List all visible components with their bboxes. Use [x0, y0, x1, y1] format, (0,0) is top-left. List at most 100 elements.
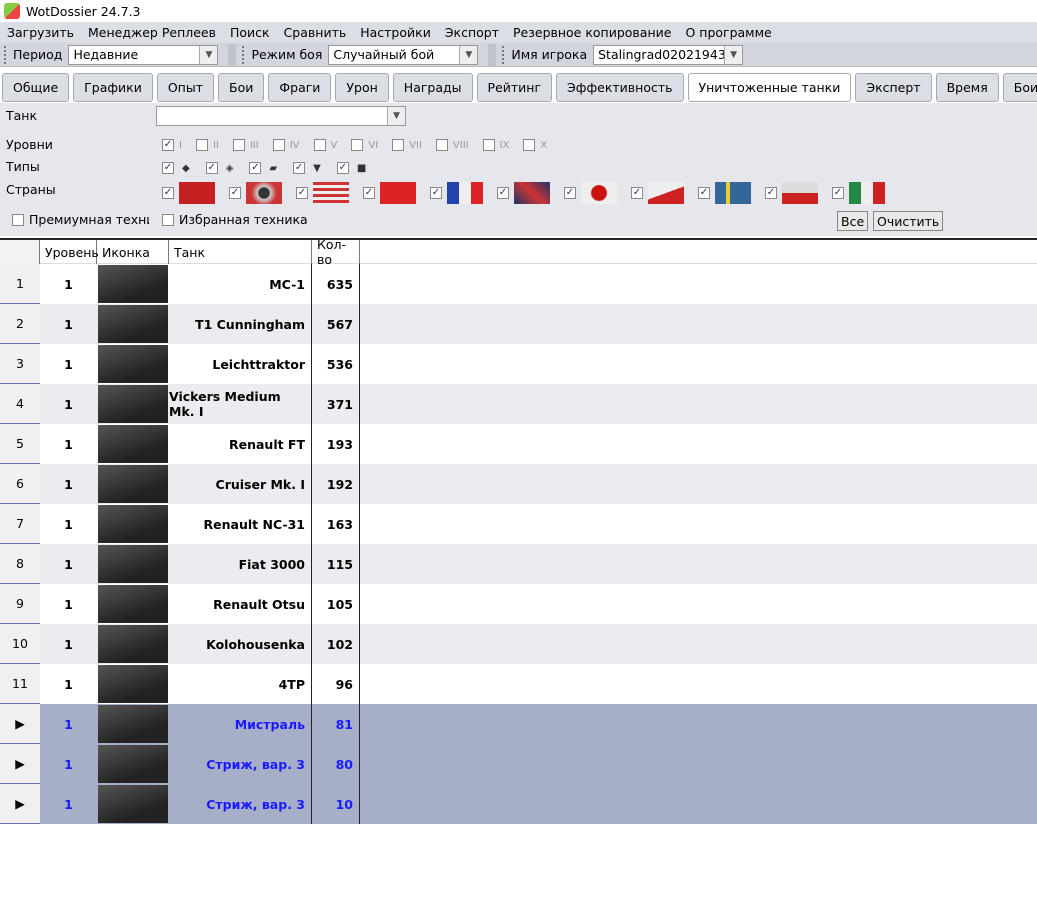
tab-4[interactable]: Фраги — [268, 73, 332, 102]
country-checkbox[interactable]: ✓ — [765, 187, 777, 199]
row-header[interactable]: 5 — [0, 424, 40, 464]
chevron-down-icon[interactable]: ▼ — [199, 45, 218, 64]
country-filter-france[interactable]: ✓ — [430, 182, 497, 204]
premium-checkbox[interactable] — [12, 213, 24, 226]
type-checkbox[interactable]: ✓ — [205, 162, 218, 174]
level-checkbox[interactable] — [195, 139, 208, 151]
tab-12[interactable]: Бои клана — [1002, 73, 1037, 102]
country-filter-italy[interactable]: ✓ — [832, 182, 899, 204]
grip-icon[interactable] — [502, 45, 505, 64]
row-header[interactable]: ▶ — [0, 744, 40, 784]
row-header[interactable]: 3 — [0, 344, 40, 384]
type-checkbox[interactable]: ✓ — [162, 162, 174, 174]
country-filter-sweden[interactable]: ✓ — [698, 182, 765, 204]
table-row[interactable]: ▶ 1 Стриж, вар. 3 80 — [0, 744, 1037, 784]
type-filter[interactable]: ✓ ▼ — [293, 162, 321, 174]
type-checkbox[interactable]: ✓ — [293, 162, 306, 174]
table-row[interactable]: 5 1 Renault FT 193 — [0, 424, 1037, 464]
type-checkbox[interactable]: ✓ — [336, 162, 349, 174]
grip-icon[interactable] — [242, 45, 245, 64]
level-filter[interactable]: III — [232, 139, 259, 151]
chevron-down-icon[interactable]: ▼ — [459, 45, 478, 64]
row-header[interactable]: 9 — [0, 584, 40, 624]
table-row[interactable]: 10 1 Kolohousenka 102 — [0, 624, 1037, 664]
level-checkbox[interactable] — [232, 139, 245, 151]
country-checkbox[interactable]: ✓ — [832, 187, 844, 199]
row-header[interactable]: 11 — [0, 664, 40, 704]
menu-item[interactable]: Загрузить — [7, 25, 74, 40]
period-select[interactable]: Недавние ▼ — [68, 44, 219, 65]
type-filter[interactable]: ✓ ◈ — [205, 162, 233, 174]
row-header[interactable]: ▶ — [0, 784, 40, 824]
type-filter[interactable]: ✓ ■ — [336, 162, 366, 174]
level-checkbox[interactable] — [272, 139, 285, 151]
level-checkbox[interactable]: ✓ — [162, 139, 174, 151]
table-row[interactable]: 8 1 Fiat 3000 115 — [0, 544, 1037, 584]
type-filter[interactable]: ✓ ◆ — [162, 162, 190, 174]
grip-icon[interactable] — [4, 45, 7, 64]
tab-7[interactable]: Рейтинг — [476, 73, 553, 102]
chevron-down-icon[interactable]: ▼ — [387, 107, 405, 125]
row-header[interactable]: ▶ — [0, 704, 40, 744]
player-select[interactable]: Stalingrad02021943 ▼ — [593, 44, 744, 65]
row-header[interactable]: 4 — [0, 384, 40, 424]
country-checkbox[interactable]: ✓ — [162, 187, 174, 199]
tab-2[interactable]: Опыт — [156, 73, 215, 102]
table-row[interactable]: 1 1 MC-1 635 — [0, 264, 1037, 304]
row-header[interactable]: 2 — [0, 304, 40, 344]
country-checkbox[interactable]: ✓ — [564, 187, 576, 199]
table-row[interactable]: 2 1 T1 Cunningham 567 — [0, 304, 1037, 344]
tab-8[interactable]: Эффективность — [556, 73, 684, 102]
menu-item[interactable]: Настройки — [360, 25, 431, 40]
favorite-filter[interactable]: Избранная техника — [162, 212, 308, 227]
country-filter-usa[interactable]: ✓ — [296, 182, 363, 204]
level-checkbox[interactable] — [351, 139, 364, 151]
country-filter-poland[interactable]: ✓ — [765, 182, 832, 204]
tab-6[interactable]: Награды — [392, 73, 473, 102]
type-filter[interactable]: ✓ ▰ — [249, 162, 277, 174]
column-header[interactable]: Танк — [169, 240, 312, 264]
table-row[interactable]: 11 1 4TP 96 — [0, 664, 1037, 704]
tab-1[interactable]: Графики — [73, 73, 153, 102]
country-filter-japan[interactable]: ✓ — [564, 182, 631, 204]
premium-filter[interactable]: Премиумная техника — [12, 212, 149, 227]
country-filter-uk[interactable]: ✓ — [497, 182, 564, 204]
level-filter[interactable]: VI — [351, 139, 378, 151]
tank-select[interactable]: ▼ — [156, 106, 406, 126]
tab-3[interactable]: Бои — [218, 73, 265, 102]
menu-item[interactable]: Сравнить — [284, 25, 347, 40]
level-checkbox[interactable] — [313, 139, 326, 151]
row-header[interactable]: 8 — [0, 544, 40, 584]
menu-item[interactable]: Экспорт — [445, 25, 499, 40]
mode-select[interactable]: Случайный бой ▼ — [328, 44, 479, 65]
level-checkbox[interactable] — [523, 139, 536, 151]
level-filter[interactable]: V — [313, 139, 337, 151]
country-checkbox[interactable]: ✓ — [296, 187, 308, 199]
row-header[interactable]: 6 — [0, 464, 40, 504]
clear-button[interactable]: Очистить — [873, 211, 944, 231]
level-filter[interactable]: IV — [272, 139, 300, 151]
row-header[interactable]: 10 — [0, 624, 40, 664]
country-checkbox[interactable]: ✓ — [430, 187, 442, 199]
column-header[interactable]: Кол-во — [312, 237, 360, 267]
table-row[interactable]: 6 1 Cruiser Mk. I 192 — [0, 464, 1037, 504]
level-filter[interactable]: X — [523, 139, 547, 151]
row-header[interactable]: 1 — [0, 264, 40, 304]
level-checkbox[interactable] — [482, 139, 495, 151]
level-checkbox[interactable] — [435, 139, 448, 151]
level-filter[interactable]: IX — [482, 139, 509, 151]
table-row[interactable]: 9 1 Renault Otsu 105 — [0, 584, 1037, 624]
tab-9[interactable]: Уничтоженные танки — [687, 73, 852, 102]
country-checkbox[interactable]: ✓ — [229, 187, 241, 199]
table-row[interactable]: ▶ 1 Стриж, вар. 3 10 — [0, 784, 1037, 824]
chevron-down-icon[interactable]: ▼ — [724, 45, 743, 64]
country-filter-czech[interactable]: ✓ — [631, 182, 698, 204]
table-row[interactable]: ▶ 1 Мистраль 81 — [0, 704, 1037, 744]
menu-item[interactable]: Поиск — [230, 25, 270, 40]
tab-0[interactable]: Общие — [2, 73, 70, 102]
menu-item[interactable]: Менеджер Реплеев — [88, 25, 216, 40]
column-header[interactable]: Иконка — [97, 240, 169, 264]
select-all-button[interactable]: Все — [837, 211, 869, 231]
level-filter[interactable]: VIII — [435, 139, 469, 151]
level-filter[interactable]: II — [195, 139, 219, 151]
